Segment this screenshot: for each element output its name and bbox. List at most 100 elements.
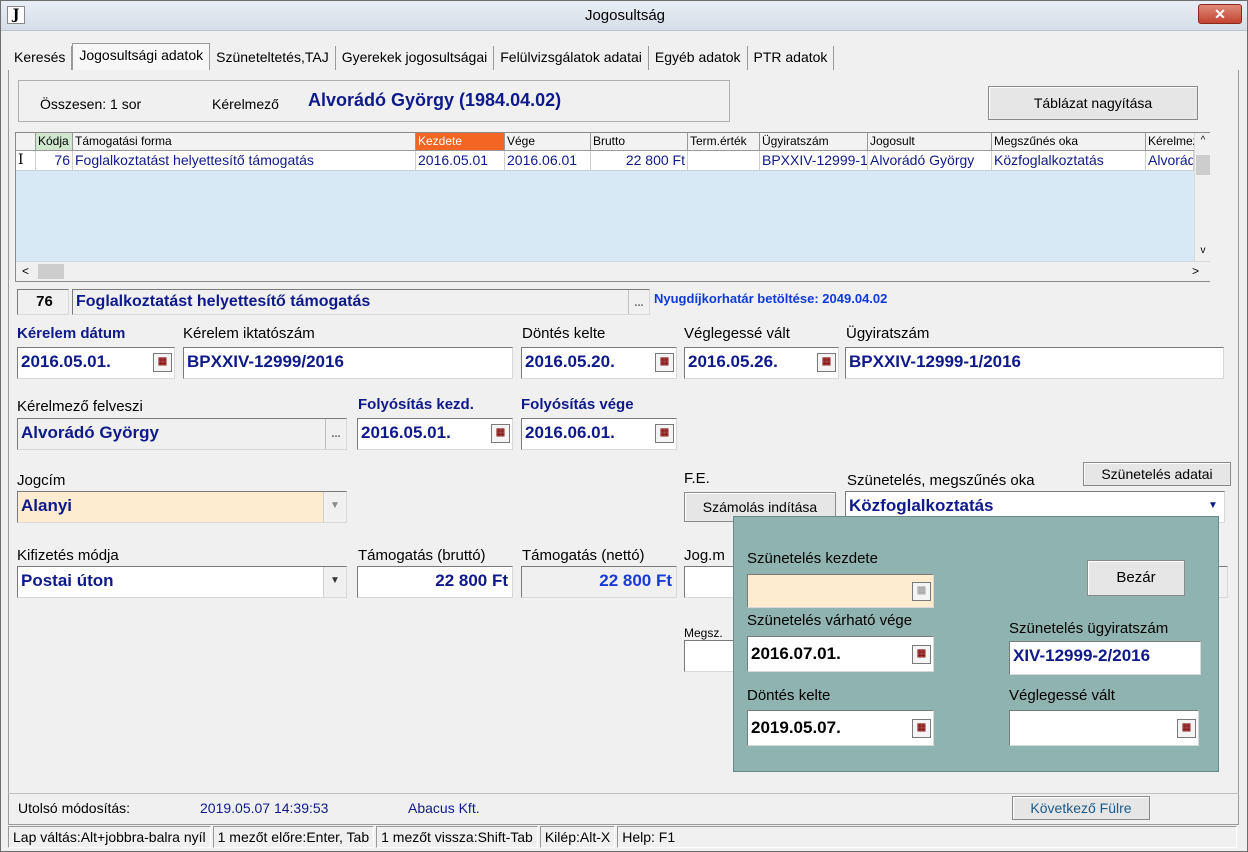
popup-close-button[interactable]: Bezár: [1087, 560, 1185, 596]
recorder-field[interactable]: Alvorádó György ...: [17, 418, 347, 450]
window-title: Jogosultság: [584, 7, 666, 24]
column-header-term-value[interactable]: Term.érték: [688, 133, 760, 151]
table-cell-end-reason[interactable]: Közfoglalkoztatás: [992, 151, 1146, 171]
table-cell-start[interactable]: 2016.05.01: [416, 151, 505, 171]
vertical-scrollbar[interactable]: ^ v: [1194, 133, 1210, 261]
case-no-label: Ügyiratszám: [846, 325, 930, 342]
susp-case-value: XIV-12999-2/2016: [1013, 646, 1151, 665]
table-cell-term-value[interactable]: [688, 151, 760, 171]
calendar-icon[interactable]: ▦: [912, 719, 931, 738]
susp-decision-label: Döntés kelte: [747, 687, 831, 704]
recorder-lookup-button[interactable]: ...: [325, 419, 346, 449]
pension-age-note: Nyugdíjkorhatár betöltése: 2049.04.02: [654, 291, 888, 306]
chevron-down-icon[interactable]: ▼: [323, 492, 346, 522]
column-header-case-no[interactable]: Ügyiratszám: [760, 133, 868, 151]
tab-szuneteltetes[interactable]: Szüneteltetés,TAJ: [210, 46, 336, 70]
support-name-field[interactable]: Foglalkoztatást helyettesítő támogatás .…: [72, 289, 650, 315]
legal-title-select[interactable]: Alanyi ▼: [17, 491, 347, 523]
table-cell-gross[interactable]: 22 800 Ft: [591, 151, 688, 171]
column-header-applicant[interactable]: Kérelmező: [1146, 133, 1194, 151]
scroll-right-icon[interactable]: >: [1192, 264, 1199, 278]
final-date-field[interactable]: 2016.05.26. ▦: [684, 347, 839, 379]
horizontal-scrollbar[interactable]: < >: [16, 261, 1210, 281]
susp-final-label: Véglegessé vált: [1009, 687, 1115, 704]
megsz-label: Megsz.: [684, 626, 723, 640]
legal-title-label: Jogcím: [17, 472, 66, 489]
calendar-icon[interactable]: ▦: [655, 353, 674, 372]
final-label: Véglegessé vált: [684, 325, 790, 342]
susp-decision-value: 2019.05.07.: [751, 718, 841, 737]
jogm-field[interactable]: [684, 566, 734, 598]
title-bar: J Jogosultság ✕: [1, 1, 1247, 31]
table-body: Kódja Támogatási forma Kezdete Vége Brut…: [16, 133, 1194, 261]
susp-final-field[interactable]: ▦: [1009, 710, 1199, 746]
calendar-icon[interactable]: ▦: [912, 582, 931, 601]
case-no-field[interactable]: BPXXIV-12999-1/2016: [845, 347, 1224, 379]
table-cell-end[interactable]: 2016.06.01: [505, 151, 591, 171]
susp-case-field[interactable]: XIV-12999-2/2016: [1009, 641, 1201, 675]
tab-gyerekek[interactable]: Gyerekek jogosultságai: [336, 46, 495, 70]
next-tab-button[interactable]: Következő Fülre: [1012, 796, 1150, 820]
susp-start-field[interactable]: ▦: [747, 574, 934, 608]
modified-time: 2019.05.07 14:39:53: [200, 800, 329, 816]
fe-label: F.E.: [684, 470, 710, 487]
gross-amount-field[interactable]: 22 800 Ft: [357, 566, 513, 598]
calendar-icon[interactable]: ▦: [153, 353, 172, 372]
request-date-field[interactable]: 2016.05.01. ▦: [17, 347, 175, 379]
tab-ptr-adatok[interactable]: PTR adatok: [748, 46, 835, 70]
tab-felulvizsgalatok[interactable]: Felülvizsgálatok adatai: [494, 46, 649, 70]
final-date-value: 2016.05.26.: [688, 352, 778, 371]
calendar-icon[interactable]: ▦: [817, 353, 836, 372]
susp-data-button[interactable]: Szünetelés adatai: [1083, 462, 1231, 486]
column-header-start[interactable]: Kezdete: [416, 133, 505, 151]
table-cell-support-form[interactable]: Foglalkoztatást helyettesítő támogatás: [73, 151, 416, 171]
pay-end-field[interactable]: 2016.06.01. ▦: [521, 418, 677, 450]
susp-expected-end-field[interactable]: 2016.07.01. ▦: [747, 636, 934, 672]
horizontal-scroll-thumb[interactable]: [38, 264, 64, 279]
status-hint-prev-field: 1 mezőt vissza:Shift-Tab: [376, 826, 538, 848]
tab-kereses[interactable]: Keresés: [8, 46, 73, 70]
susp-expected-end-value: 2016.07.01.: [751, 644, 841, 663]
susp-case-label: Szünetelés ügyiratszám: [1009, 620, 1169, 637]
payment-select[interactable]: Postai úton ▼: [17, 566, 347, 598]
payment-value: Postai úton: [21, 571, 114, 590]
column-header-end[interactable]: Vége: [505, 133, 591, 151]
tab-bar: Keresés Jogosultsági adatok Szünetelteté…: [8, 43, 835, 70]
decision-date-field[interactable]: 2016.05.20. ▦: [521, 347, 677, 379]
request-reg-field[interactable]: BPXXIV-12999/2016: [183, 347, 513, 379]
calendar-icon[interactable]: ▦: [491, 424, 510, 443]
request-reg-label: Kérelem iktatószám: [183, 325, 315, 342]
chevron-down-icon[interactable]: ▼: [323, 567, 346, 597]
applicant-label: Kérelmező: [212, 96, 279, 112]
scroll-up-icon[interactable]: ^: [1197, 135, 1209, 146]
scroll-down-icon[interactable]: v: [1197, 245, 1209, 256]
close-icon[interactable]: ✕: [1198, 4, 1242, 24]
pay-start-field[interactable]: 2016.05.01. ▦: [357, 418, 513, 450]
status-bar: Lap váltás:Alt+jobbra-balra nyíl 1 mezőt…: [8, 826, 1239, 848]
table-cell-entitled[interactable]: Alvorádó György: [868, 151, 992, 171]
column-header-code[interactable]: Kódja: [36, 133, 73, 151]
column-header-support-form[interactable]: Támogatási forma: [73, 133, 416, 151]
calendar-icon[interactable]: ▦: [655, 424, 674, 443]
status-hint-exit: Kilép:Alt-X: [539, 826, 616, 848]
table-cell-code[interactable]: 76: [36, 151, 73, 171]
tab-jogosultsagi-adatok[interactable]: Jogosultsági adatok: [72, 43, 211, 70]
calendar-icon[interactable]: ▦: [912, 645, 931, 664]
recorder-value: Alvorádó György: [21, 423, 159, 442]
status-hint-tab-switch: Lap váltás:Alt+jobbra-balra nyíl: [8, 826, 211, 848]
tab-egyeb-adatok[interactable]: Egyéb adatok: [649, 46, 748, 70]
susp-decision-field[interactable]: 2019.05.07. ▦: [747, 710, 934, 746]
scroll-left-icon[interactable]: <: [22, 264, 29, 278]
table-cell-case-no[interactable]: BPXXIV-12999-1/2016: [760, 151, 868, 171]
support-lookup-button[interactable]: ...: [628, 290, 649, 314]
column-header-end-reason[interactable]: Megszűnés oka: [992, 133, 1146, 151]
calendar-icon[interactable]: ▦: [1177, 719, 1196, 738]
megsz-field[interactable]: [684, 640, 734, 672]
support-table: Kódja Támogatási forma Kezdete Vége Brut…: [15, 132, 1210, 282]
status-hint-next-field: 1 mezőt előre:Enter, Tab: [212, 826, 375, 848]
vertical-scroll-thumb[interactable]: [1196, 155, 1210, 175]
column-header-gross[interactable]: Brutto: [591, 133, 688, 151]
table-cell-applicant[interactable]: Alvorádó: [1146, 151, 1194, 171]
expand-table-button[interactable]: Táblázat nagyítása: [988, 86, 1198, 120]
column-header-entitled[interactable]: Jogosult: [868, 133, 992, 151]
